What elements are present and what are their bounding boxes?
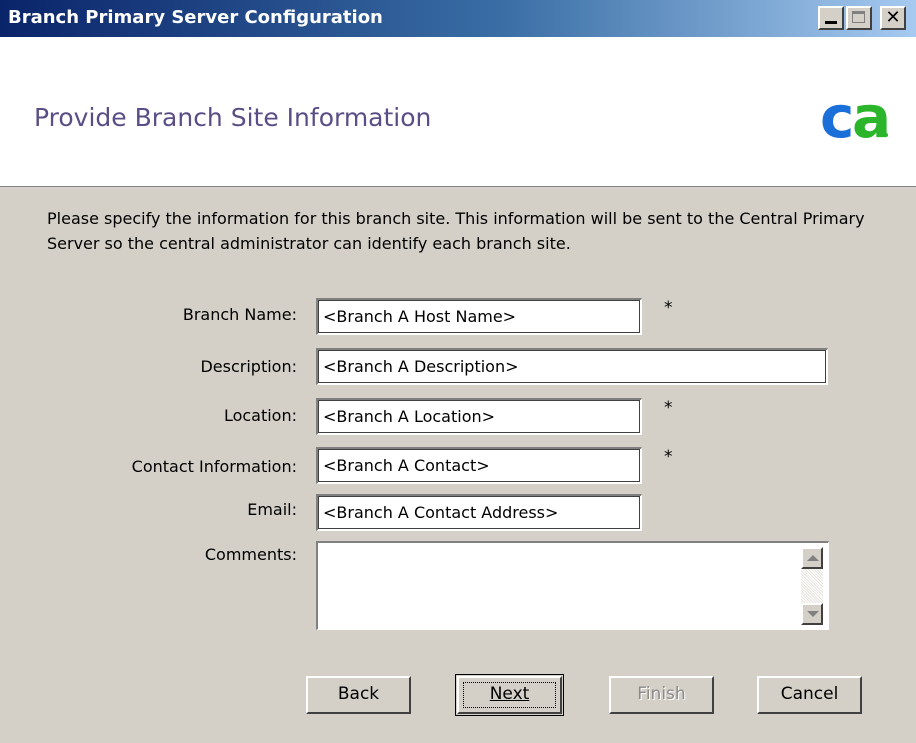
close-icon: ✕ [885,7,901,28]
configuration-dialog: Branch Primary Server Configuration ✕ Pr… [0,0,916,743]
next-button[interactable]: Next [455,674,564,716]
branch-name-required-marker: * [664,298,673,318]
branch-name-field[interactable] [316,298,642,335]
branch-name-input[interactable] [323,307,634,326]
ca-logo: c a [820,87,890,147]
page-heading: Provide Branch Site Information [34,103,432,132]
arrow-down-icon [807,611,819,617]
contact-required-marker: * [664,447,673,467]
contact-field[interactable] [316,447,642,484]
intro-text: Please specify the information for this … [47,209,865,253]
minimize-button[interactable] [818,6,844,30]
ca-logo-a: a [852,87,890,147]
maximize-button[interactable] [846,6,872,30]
header-panel: Provide Branch Site Information c a [0,37,916,187]
close-button[interactable]: ✕ [880,6,906,30]
location-label: Location: [223,406,297,425]
ca-logo-dot [884,133,888,137]
scroll-up-button[interactable] [801,547,823,569]
back-button-label: Back [337,684,380,704]
email-label: Email: [247,500,297,519]
comments-label: Comments: [204,545,297,564]
minimize-icon [825,21,837,24]
finish-button-label: Finish [637,684,686,704]
cancel-button[interactable]: Cancel [757,676,862,714]
comments-input[interactable] [322,547,806,629]
email-field[interactable] [316,494,642,531]
location-input[interactable] [323,407,634,426]
title-bar[interactable]: Branch Primary Server Configuration ✕ [0,0,916,37]
cancel-button-label: Cancel [780,684,839,704]
contact-input[interactable] [323,456,634,475]
contact-label: Contact Information: [131,457,297,476]
arrow-up-icon [807,555,819,561]
ca-logo-c: c [820,87,854,147]
comments-field[interactable] [316,541,829,630]
scroll-down-button[interactable] [801,603,823,625]
location-required-marker: * [664,398,673,418]
branch-name-label: Branch Name: [182,305,297,324]
description-field[interactable] [316,348,828,385]
description-label: Description: [200,357,297,376]
finish-button: Finish [609,676,714,714]
back-button[interactable]: Back [306,676,411,714]
location-field[interactable] [316,398,642,435]
email-input[interactable] [323,503,634,522]
window-title: Branch Primary Server Configuration [8,7,383,28]
comments-scrollbar[interactable] [801,547,823,625]
focus-rectangle [463,682,556,708]
maximize-icon [852,11,865,23]
description-input[interactable] [323,357,820,376]
